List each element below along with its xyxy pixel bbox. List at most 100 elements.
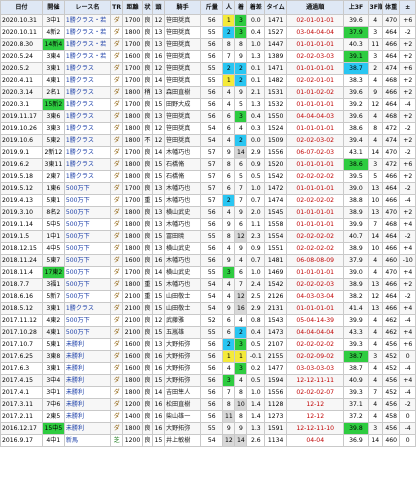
- race-name-link[interactable]: 未勝利: [63, 422, 112, 435]
- jockey-link[interactable]: 石橋脩: [163, 170, 202, 183]
- jockey-link[interactable]: 笹田奨真: [163, 122, 202, 135]
- jockey-link[interactable]: 大野拓弥: [163, 422, 202, 435]
- col-race-name[interactable]: レース名: [63, 0, 112, 15]
- jockey-link[interactable]: 笹田奨真: [163, 38, 202, 51]
- race-name-link[interactable]: 新馬: [63, 434, 112, 447]
- col-time[interactable]: タイム: [264, 0, 288, 15]
- race-name-link[interactable]: 500万下: [63, 278, 112, 291]
- race-name-link[interactable]: 未勝利: [63, 410, 112, 423]
- race-name-link[interactable]: 1勝クラス: [63, 146, 112, 159]
- jockey-link[interactable]: 松田直樹: [163, 398, 202, 411]
- race-name-link[interactable]: 500万下: [63, 194, 112, 207]
- race-name-link[interactable]: 1勝クラス: [63, 98, 112, 111]
- jockey-link[interactable]: 木幡巧也: [163, 146, 202, 159]
- race-name-link[interactable]: 1勝クラス: [63, 158, 112, 171]
- race-name-link[interactable]: 1勝クラス・若: [63, 50, 112, 63]
- race-name-link[interactable]: 500万下: [63, 218, 112, 231]
- col-date[interactable]: 日付: [0, 0, 43, 15]
- col-last3f[interactable]: 上3F: [343, 0, 369, 15]
- race-name-link[interactable]: 500万下: [63, 254, 112, 267]
- col-popularity[interactable]: 人: [222, 0, 236, 15]
- col-body-weight[interactable]: 体重: [381, 0, 401, 15]
- race-name-link[interactable]: 未勝利: [63, 362, 112, 375]
- jockey-link[interactable]: 森田直樹: [163, 86, 202, 99]
- race-name-link[interactable]: 未勝利: [63, 386, 112, 399]
- weight-cell: 56: [200, 338, 224, 351]
- col-passing-order[interactable]: 通過順: [286, 0, 345, 15]
- col-weight[interactable]: 斤量: [200, 0, 224, 15]
- finish-cell: 7: [234, 278, 248, 291]
- race-name-link[interactable]: 500万下: [63, 266, 112, 279]
- col-runners[interactable]: 頭: [151, 0, 165, 15]
- jockey-link[interactable]: 冨田暁: [163, 230, 202, 243]
- race-name-link[interactable]: 500万下: [63, 230, 112, 243]
- meeting-cell: 3東8: [41, 350, 65, 363]
- col-jockey[interactable]: 騎手: [163, 0, 202, 15]
- col-margin[interactable]: 着差: [246, 0, 266, 15]
- jockey-link[interactable]: 田野大成: [163, 98, 202, 111]
- race-name-link[interactable]: 1勝クラス: [63, 302, 112, 315]
- race-name-link[interactable]: 1勝クラス: [63, 86, 112, 99]
- distance-cell: 1800: [122, 122, 143, 135]
- jockey-link[interactable]: 木幡巧也: [163, 218, 202, 231]
- race-name-link[interactable]: 500万下: [63, 206, 112, 219]
- jockey-link[interactable]: 笹田奨真: [163, 134, 202, 147]
- col-finish[interactable]: 着: [234, 0, 248, 15]
- jockey-link[interactable]: 笹田奨真: [163, 50, 202, 63]
- jockey-link[interactable]: 吉田隼人: [163, 386, 202, 399]
- jockey-link[interactable]: 横山武史: [163, 206, 202, 219]
- race-name-link[interactable]: 未勝利: [63, 374, 112, 387]
- jockey-link[interactable]: 笹田奨真: [163, 14, 202, 27]
- race-name-link[interactable]: 1勝クラス・若: [63, 38, 112, 51]
- jockey-link[interactable]: 横山武史: [163, 242, 202, 255]
- race-name-link[interactable]: 未勝利: [63, 398, 112, 411]
- jockey-link[interactable]: 大野拓弥: [163, 362, 202, 375]
- jockey-link[interactable]: 大野拓弥: [163, 350, 202, 363]
- jockey-link[interactable]: 山田敬士: [163, 302, 202, 315]
- runners-cell: 16: [151, 362, 165, 375]
- jockey-link[interactable]: 五嵐雄: [163, 326, 202, 339]
- col-last3f-rank[interactable]: 3F順: [367, 0, 383, 15]
- col-track[interactable]: TR: [110, 0, 124, 15]
- col-meeting[interactable]: 開催: [41, 0, 65, 15]
- jockey-link[interactable]: 横山武史: [163, 266, 202, 279]
- race-name-link[interactable]: 1勝クラス: [63, 74, 112, 87]
- jockey-link[interactable]: 笹田奨真: [163, 62, 202, 75]
- race-name-link[interactable]: 500万下: [63, 182, 112, 195]
- race-name-link[interactable]: 1勝クラス: [63, 62, 112, 75]
- jockey-link[interactable]: 木幡巧也: [163, 194, 202, 207]
- jockey-link[interactable]: 木幡巧也: [163, 182, 202, 195]
- race-name-link[interactable]: 500万下: [63, 314, 112, 327]
- race-name-link[interactable]: 1勝クラス・若: [63, 26, 112, 39]
- race-name-link[interactable]: 1勝クラス・若: [63, 14, 112, 27]
- jockey-link[interactable]: 石橋脩: [163, 158, 202, 171]
- jockey-link[interactable]: 大野拓弥: [163, 338, 202, 351]
- time-cell: 1471: [264, 62, 288, 75]
- jockey-link[interactable]: 笹田奨真: [163, 26, 202, 39]
- race-name-link[interactable]: 500万下: [63, 290, 112, 303]
- col-weight-change[interactable]: ±: [399, 0, 416, 15]
- race-name-link[interactable]: 1勝クラス: [63, 170, 112, 183]
- jockey-link[interactable]: 井上敏樹: [163, 434, 202, 447]
- race-name-link[interactable]: 未勝利: [63, 350, 112, 363]
- jockey-link[interactable]: 大野拓弥: [163, 374, 202, 387]
- race-name-link[interactable]: 1勝クラス: [63, 134, 112, 147]
- jockey-link[interactable]: 山田敬士: [163, 290, 202, 303]
- jockey-link[interactable]: 武藤雅: [163, 314, 202, 327]
- jockey-link[interactable]: 笹田奨真: [163, 110, 202, 123]
- col-distance[interactable]: 距離: [122, 0, 143, 15]
- time-cell: 1482: [264, 74, 288, 87]
- race-name-link[interactable]: 1勝クラス: [63, 110, 112, 123]
- race-name-link[interactable]: 500万下: [63, 242, 112, 255]
- race-name-link[interactable]: 500万下: [63, 326, 112, 339]
- date-cell: 2017.4.15: [0, 374, 43, 387]
- race-name-link[interactable]: 1勝クラス: [63, 122, 112, 135]
- table-row: 2019.6.2 3東11 1勝クラスダ 1800 良 15 石橋脩 57 8 6 0.9 1520 0…: [0, 158, 416, 171]
- jockey-link[interactable]: 木幡巧也: [163, 254, 202, 267]
- jockey-link[interactable]: 笹田奨真: [163, 74, 202, 87]
- jockey-link[interactable]: 木幡巧也: [163, 278, 202, 291]
- meeting-cell: 3東11: [41, 158, 65, 171]
- col-condition[interactable]: 状: [141, 0, 153, 15]
- jockey-link[interactable]: 柴山雄一: [163, 410, 202, 423]
- race-name-link[interactable]: 未勝利: [63, 338, 112, 351]
